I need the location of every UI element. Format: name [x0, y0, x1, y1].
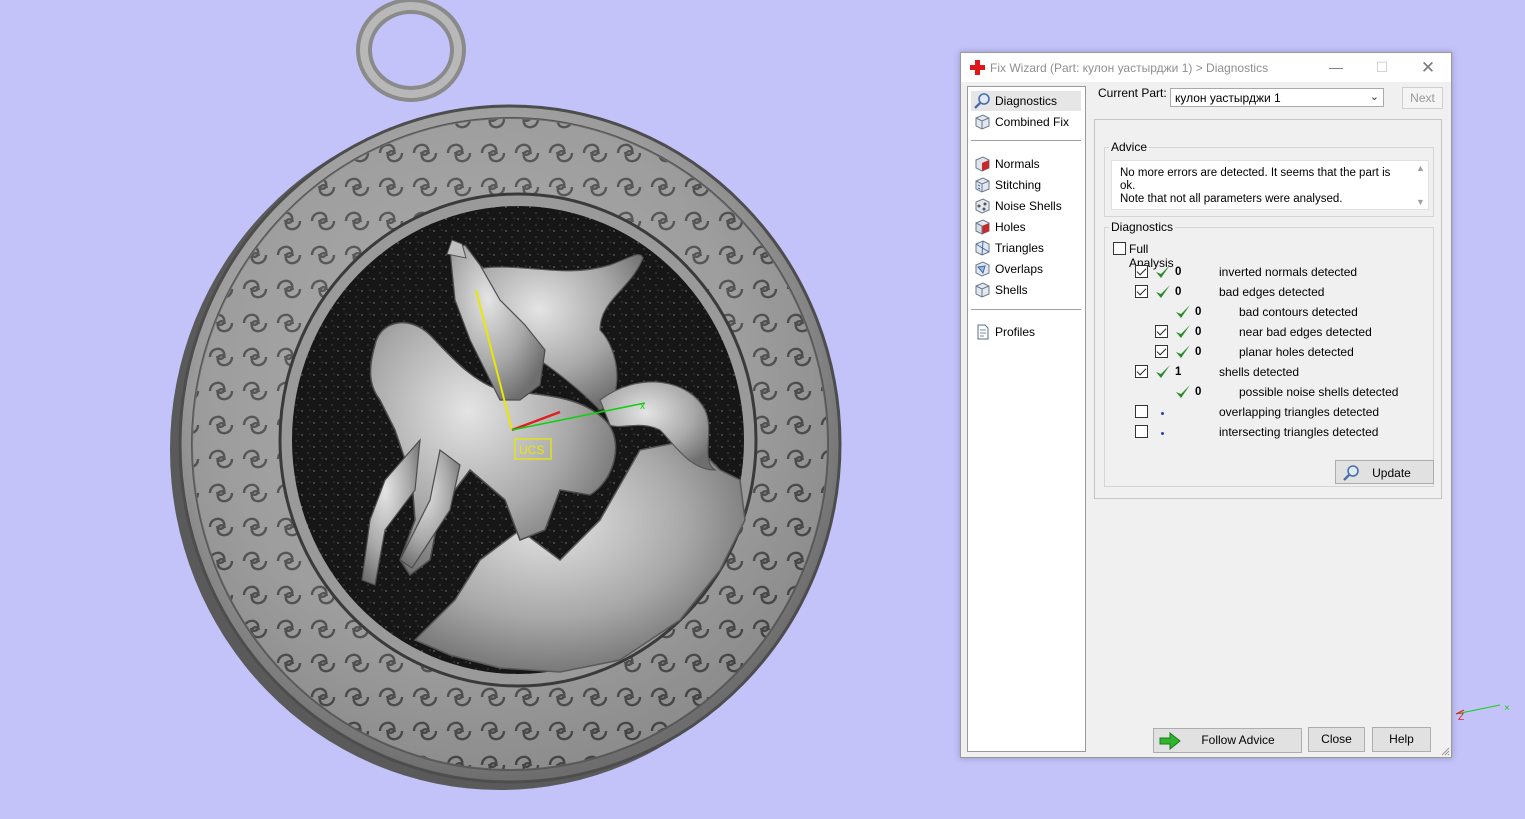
nav-item-noise-shells[interactable]: Noise Shells — [971, 196, 1081, 216]
nav-item-overlaps[interactable]: Overlaps — [971, 259, 1081, 279]
advice-line-1: No more errors are detected. It seems th… — [1120, 167, 1391, 192]
row-checkbox[interactable] — [1135, 285, 1148, 298]
orientation-triad: × Z — [1455, 703, 1510, 723]
scroll-up-icon[interactable]: ▲ — [1416, 163, 1425, 173]
pending-dot-icon — [1161, 412, 1164, 415]
diagnostics-row: intersecting triangles detected — [1105, 424, 1425, 442]
green-checkmark-icon — [1176, 325, 1190, 338]
update-button[interactable]: Update — [1335, 460, 1434, 484]
pending-dot-icon — [1161, 432, 1164, 435]
noise-shells-icon — [975, 198, 990, 214]
full-analysis-checkbox[interactable] — [1113, 242, 1126, 255]
nav-item-normals[interactable]: Normals — [971, 154, 1081, 174]
row-checkbox[interactable] — [1135, 365, 1148, 378]
row-count: 0 — [1195, 306, 1202, 318]
stitching-cube-icon — [975, 177, 990, 193]
triangles-cube-icon — [975, 240, 990, 256]
nav-item-shells[interactable]: Shells — [971, 280, 1081, 300]
green-checkmark-icon — [1156, 265, 1170, 278]
row-count: 0 — [1175, 286, 1182, 298]
diagnostics-row: 0 near bad edges detected — [1105, 324, 1425, 342]
advice-textbox[interactable]: No more errors are detected. It seems th… — [1111, 160, 1429, 210]
diagnostics-row: 0 possible noise shells detected — [1105, 384, 1425, 402]
row-label: shells detected — [1219, 365, 1300, 379]
advice-scrollbar[interactable]: ▲ ▼ — [1412, 161, 1428, 209]
resize-grip-icon[interactable] — [1440, 746, 1450, 756]
window-title: Fix Wizard (Part: кулон уастырджи 1) > D… — [990, 61, 1269, 75]
nav-item-stitching[interactable]: Stitching — [971, 175, 1081, 195]
pendant-model[interactable]: x UCS — [170, 0, 842, 790]
row-label: near bad edges detected — [1239, 325, 1372, 339]
row-label: intersecting triangles detected — [1219, 425, 1379, 439]
row-count: 0 — [1195, 346, 1202, 358]
row-count: 0 — [1195, 386, 1202, 398]
diagnostics-legend: Diagnostics — [1111, 220, 1174, 234]
green-checkmark-icon — [1176, 305, 1190, 318]
nav-item-combined-fix[interactable]: Combined Fix — [971, 112, 1081, 132]
ucs-label: UCS — [519, 443, 544, 457]
advice-group: Advice No more errors are detected. It s… — [1104, 140, 1434, 217]
shells-cube-icon — [975, 282, 990, 298]
wizard-nav-list: Diagnostics Combined Fix Normals Stitchi… — [967, 86, 1086, 752]
cube-icon — [975, 114, 990, 130]
fix-wizard-dialog: Fix Wizard (Part: кулон уастырджи 1) > D… — [960, 52, 1452, 758]
row-label: overlapping triangles detected — [1219, 405, 1380, 419]
nav-item-holes[interactable]: Holes — [971, 217, 1081, 237]
red-cross-icon — [970, 60, 985, 75]
row-count: 1 — [1175, 366, 1182, 378]
diagnostics-row: 0 planar holes detected — [1105, 344, 1425, 362]
row-count: 0 — [1175, 266, 1182, 278]
advice-legend: Advice — [1111, 140, 1148, 154]
help-button[interactable]: Help — [1372, 727, 1431, 752]
diagnostics-row: 0 bad contours detected — [1105, 304, 1425, 322]
close-button[interactable]: Close — [1308, 727, 1365, 752]
document-icon — [977, 324, 989, 340]
green-checkmark-icon — [1176, 345, 1190, 358]
overlaps-cube-icon — [975, 261, 990, 277]
magnifier-icon — [974, 93, 990, 109]
close-window-button[interactable]: ✕ — [1405, 53, 1451, 82]
row-label: bad contours detected — [1239, 305, 1358, 319]
green-checkmark-icon — [1156, 365, 1170, 378]
current-part-label: Current Part: — [1098, 86, 1167, 100]
next-button[interactable]: Next — [1402, 87, 1443, 109]
row-label: inverted normals detected — [1219, 265, 1358, 279]
title-bar[interactable]: Fix Wizard (Part: кулон уастырджи 1) > D… — [961, 53, 1451, 82]
row-checkbox[interactable] — [1155, 325, 1168, 338]
row-label: possible noise shells detected — [1239, 385, 1399, 399]
diagnostics-panel: Advice No more errors are detected. It s… — [1094, 119, 1442, 499]
nav-item-profiles[interactable]: Profiles — [971, 322, 1081, 342]
holes-cube-icon — [975, 219, 990, 235]
current-part-value: кулон уастырджи 1 — [1175, 91, 1281, 105]
scroll-down-icon[interactable]: ▼ — [1416, 197, 1425, 207]
follow-advice-button[interactable]: Follow Advice — [1153, 728, 1302, 753]
row-label: bad edges detected — [1219, 285, 1325, 299]
minimize-button[interactable]: — — [1313, 53, 1359, 82]
normals-cube-icon — [975, 156, 990, 172]
diagnostics-row: overlapping triangles detected — [1105, 404, 1425, 422]
diagnostics-row: 0 inverted normals detected — [1105, 264, 1425, 282]
row-count: 0 — [1195, 326, 1202, 338]
svg-text:x: x — [640, 401, 645, 412]
row-checkbox[interactable] — [1135, 425, 1148, 438]
3d-viewport[interactable]: x UCS — [0, 0, 955, 819]
row-label: planar holes detected — [1239, 345, 1354, 359]
row-checkbox[interactable] — [1135, 405, 1148, 418]
svg-text:×: × — [1504, 703, 1510, 714]
diagnostics-row: 1 shells detected — [1105, 364, 1425, 382]
row-checkbox[interactable] — [1155, 345, 1168, 358]
maximize-button[interactable]: ☐ — [1359, 53, 1405, 82]
current-part-select[interactable]: кулон уастырджи 1 ⌄ — [1170, 88, 1384, 107]
diagnostics-group: Diagnostics Full Analysis 0 inverted norm… — [1104, 220, 1434, 487]
svg-text:Z: Z — [1458, 712, 1464, 723]
nav-item-diagnostics[interactable]: Diagnostics — [971, 91, 1081, 111]
row-checkbox[interactable] — [1135, 265, 1148, 278]
advice-line-2: Note that not all parameters were analys… — [1120, 193, 1343, 205]
nav-item-triangles[interactable]: Triangles — [971, 238, 1081, 258]
green-checkmark-icon — [1176, 385, 1190, 398]
chevron-down-icon: ⌄ — [1369, 91, 1379, 103]
diagnostics-row: 0 bad edges detected — [1105, 284, 1425, 302]
green-checkmark-icon — [1156, 285, 1170, 298]
